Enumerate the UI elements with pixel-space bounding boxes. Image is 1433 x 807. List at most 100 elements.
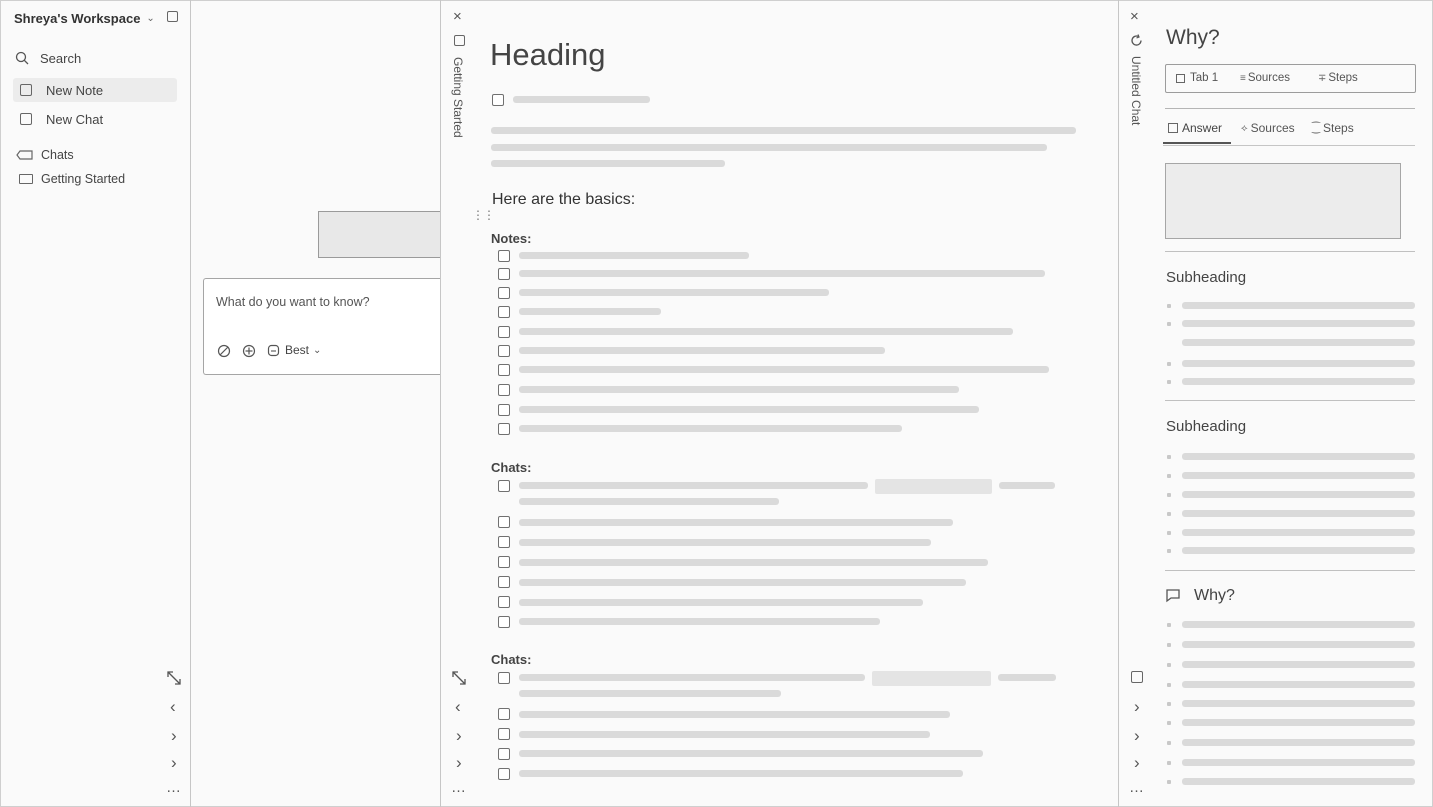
checkbox[interactable] — [498, 708, 510, 720]
checkbox[interactable] — [498, 536, 510, 548]
bullet — [1167, 455, 1171, 459]
checkbox[interactable] — [498, 748, 510, 760]
model-selector[interactable]: Best ⌄ — [267, 343, 321, 357]
add-icon[interactable] — [242, 344, 256, 358]
tab-steps[interactable]: ∓ Steps — [1318, 72, 1358, 84]
note-tab-label[interactable]: Getting Started — [451, 57, 465, 138]
bullet — [1167, 380, 1171, 384]
checkbox[interactable] — [492, 94, 504, 106]
checkbox[interactable] — [498, 768, 510, 780]
tab-steps-2[interactable]: ⁐ Steps — [1312, 121, 1354, 135]
chat-tab-label[interactable]: Untitled Chat — [1129, 56, 1143, 125]
chevron-right-icon[interactable]: › — [1134, 727, 1140, 744]
checkbox[interactable] — [498, 268, 510, 280]
new-chat-item[interactable]: New Chat — [13, 108, 177, 130]
bullet — [1167, 322, 1171, 326]
new-note-item[interactable]: New Note — [13, 78, 177, 102]
chevron-left-icon[interactable]: ‹ — [170, 698, 176, 715]
placeholder-line — [999, 482, 1055, 489]
getting-started-item[interactable]: Getting Started — [19, 170, 125, 188]
tab-1[interactable]: Tab 1 — [1176, 72, 1218, 84]
chevron-left-icon[interactable]: ‹ — [455, 698, 461, 715]
checkbox[interactable] — [498, 326, 510, 338]
more-icon[interactable]: … — [166, 780, 182, 795]
placeholder-line — [1182, 547, 1415, 554]
divider — [1165, 400, 1415, 401]
tab-sources-2[interactable]: ⟡ Sources — [1241, 121, 1295, 135]
page-title[interactable]: Heading — [490, 37, 605, 73]
placeholder-line — [1182, 759, 1415, 766]
square-icon[interactable] — [1131, 671, 1143, 683]
checkbox[interactable] — [498, 728, 510, 740]
drag-handle-icon[interactable]: ⋮⋮ — [472, 208, 495, 222]
placeholder-line — [519, 347, 885, 354]
checkbox[interactable] — [498, 423, 510, 435]
chevron-right-icon[interactable]: › — [456, 727, 462, 744]
placeholder-line — [519, 289, 829, 296]
chats-item[interactable]: Chats — [16, 146, 74, 164]
placeholder-line — [513, 96, 650, 103]
tab-sources-2-label: Sources — [1250, 121, 1295, 135]
chevron-right-icon[interactable]: › — [1134, 698, 1140, 715]
chat-input[interactable]: What do you want to know? — [216, 295, 370, 309]
sidebar-toggle-icon[interactable] — [167, 11, 178, 22]
checkbox[interactable] — [498, 576, 510, 588]
checkbox[interactable] — [498, 556, 510, 568]
sidebar: Shreya's Workspace ⌄ Search New Note New… — [0, 0, 190, 807]
steps-icon: ⁐ — [1312, 122, 1321, 134]
more-icon[interactable]: … — [451, 780, 467, 795]
checkbox[interactable] — [498, 516, 510, 528]
new-note-label: New Note — [46, 82, 104, 98]
tab-sources[interactable]: ≡ Sources — [1240, 72, 1290, 84]
checkbox[interactable] — [498, 287, 510, 299]
checkbox[interactable] — [498, 364, 510, 376]
checkbox[interactable] — [498, 250, 510, 262]
refresh-icon[interactable] — [1130, 34, 1143, 47]
close-icon[interactable]: × — [1130, 8, 1139, 25]
bullet — [1167, 780, 1171, 784]
answer-icon — [1168, 123, 1178, 133]
placeholder-line — [1182, 453, 1415, 460]
placeholder-line — [519, 599, 923, 606]
placeholder-line — [1182, 378, 1415, 385]
placeholder-line — [1182, 302, 1415, 309]
checkbox[interactable] — [498, 596, 510, 608]
top-tab-bar: Tab 1 ≡ Sources ∓ Steps — [1165, 64, 1416, 93]
placeholder-line — [1182, 719, 1415, 726]
placeholder-line — [519, 519, 953, 526]
expand-icon[interactable] — [451, 670, 467, 686]
checkbox[interactable] — [498, 480, 510, 492]
chevron-right-icon[interactable]: › — [1134, 754, 1140, 771]
page-icon — [19, 174, 33, 184]
sources-icon: ⟡ — [1241, 122, 1248, 134]
bullet — [1167, 531, 1171, 535]
checkbox[interactable] — [498, 616, 510, 628]
chat-tab-rail: × Untitled Chat › › › … — [1119, 0, 1155, 807]
more-icon[interactable]: … — [1129, 780, 1145, 795]
checkbox[interactable] — [498, 345, 510, 357]
active-tab-underline — [1163, 142, 1231, 144]
close-icon[interactable]: × — [453, 8, 462, 25]
answer-title: Why? — [1166, 26, 1220, 49]
search-item[interactable]: Search — [15, 49, 175, 67]
placeholder-line — [519, 366, 1049, 373]
chat-panel: What do you want to know? Best ⌄ — [191, 0, 440, 807]
checkbox[interactable] — [498, 306, 510, 318]
model-icon — [267, 344, 280, 356]
chevron-right-icon[interactable]: › — [171, 754, 177, 771]
placeholder-line — [519, 270, 1045, 277]
placeholder-line — [1182, 491, 1415, 498]
checkbox[interactable] — [498, 404, 510, 416]
tab-answer[interactable]: Answer — [1168, 121, 1222, 135]
bullet — [1167, 683, 1171, 687]
workspace-switcher[interactable]: Shreya's Workspace ⌄ — [14, 9, 155, 27]
expand-icon[interactable] — [166, 670, 182, 686]
chat-composer[interactable]: What do you want to know? Best ⌄ — [203, 278, 440, 375]
chevron-right-icon[interactable]: › — [171, 727, 177, 744]
chevron-right-icon[interactable]: › — [456, 754, 462, 771]
placeholder-line — [491, 144, 1047, 151]
checkbox[interactable] — [498, 384, 510, 396]
attach-icon[interactable] — [217, 344, 231, 358]
checkbox[interactable] — [498, 672, 510, 684]
sources-icon: ≡ — [1240, 72, 1246, 84]
